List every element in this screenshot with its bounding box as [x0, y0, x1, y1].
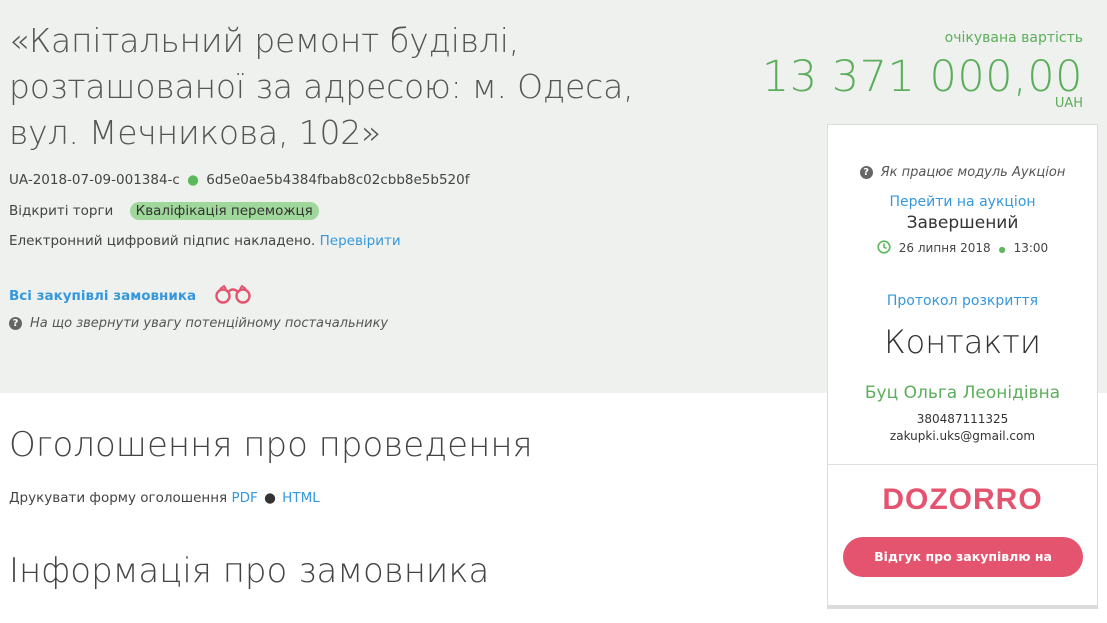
auction-date: 26 липня 2018	[898, 241, 991, 255]
price-amount: 13 371 000,00	[761, 52, 1083, 102]
procedure-row: Відкриті торги Кваліфікація переможця	[9, 202, 319, 220]
tender-id-row: UA-2018-07-09-001384-c ● 6d5e0ae5b4384fb…	[9, 172, 469, 188]
print-html-link[interactable]: HTML	[282, 490, 320, 506]
dot-separator: ●	[187, 172, 199, 188]
all-purchases-link[interactable]: Всі закупівлі замовника	[9, 288, 196, 304]
supplier-note-row: ? На що звернути увагу потенційному поста…	[9, 315, 388, 331]
go-to-auction-link[interactable]: Перейти на аукціон	[889, 194, 1035, 210]
signature-text: Електронний цифровий підпис накладено.	[9, 233, 316, 249]
print-label: Друкувати форму оголошення	[9, 490, 228, 506]
customer-info-title: Інформація про замовника	[9, 551, 490, 591]
customer-purchases-row: Всі закупівлі замовника	[9, 283, 256, 309]
question-icon: ?	[9, 316, 22, 330]
dozorro-feedback-button[interactable]: Відгук про закупівлю на Дозорро	[843, 537, 1083, 604]
signature-row: Електронний цифровий підпис накладено. П…	[9, 233, 401, 249]
auction-help-link[interactable]: Як працює модуль Аукціон	[881, 165, 1066, 180]
price-currency: UAH	[1054, 96, 1083, 111]
auction-datetime-row: 26 липня 2018 ● 13:00	[828, 240, 1097, 257]
tender-title: «Капітальний ремонт будівлі, розташовано…	[9, 21, 634, 152]
contact-phone: 380487111325	[916, 412, 1009, 426]
verify-signature-link[interactable]: Перевірити	[320, 233, 401, 249]
contacts-title: Контакти	[884, 323, 1041, 361]
auction-time: 13:00	[1013, 241, 1049, 255]
dot-separator: ●	[998, 245, 1006, 254]
tender-hash: 6d5e0ae5b4384fbab8c02cbb8e5b520f	[206, 172, 470, 188]
sidebar-panel: ? Як працює модуль Аукціон Перейти на аук…	[827, 124, 1098, 609]
auction-link-row: Перейти на аукціон	[828, 194, 1097, 210]
dot-separator: ●	[264, 490, 276, 506]
supplier-note[interactable]: На що звернути увагу потенційному постач…	[30, 316, 388, 331]
auction-status: Завершений	[906, 213, 1019, 233]
print-row: Друкувати форму оголошення PDF ● HTML	[9, 490, 320, 506]
print-pdf-link[interactable]: PDF	[231, 490, 257, 506]
binoculars-icon[interactable]	[212, 283, 256, 309]
status-badge: Кваліфікація переможця	[129, 202, 319, 220]
protocol-row: Протокол розкриття	[828, 293, 1097, 309]
price-label: очікувана вартість	[944, 30, 1083, 46]
opening-protocol-link[interactable]: Протокол розкриття	[887, 293, 1038, 309]
tender-id: UA-2018-07-09-001384-c	[9, 172, 180, 188]
contact-name: Буц Ольга Леонідівна	[864, 383, 1061, 403]
clock-icon	[877, 240, 891, 257]
procedure-type: Відкриті торги	[9, 203, 114, 219]
divider	[828, 464, 1097, 465]
auction-help-row: ? Як працює модуль Аукціон	[828, 165, 1097, 180]
dozorro-logo: DOZORRO	[882, 483, 1043, 516]
question-icon: ?	[859, 166, 873, 179]
announcement-title: Оголошення про проведення	[9, 425, 533, 465]
contact-email: zakupki.uks@gmail.com	[889, 429, 1036, 443]
